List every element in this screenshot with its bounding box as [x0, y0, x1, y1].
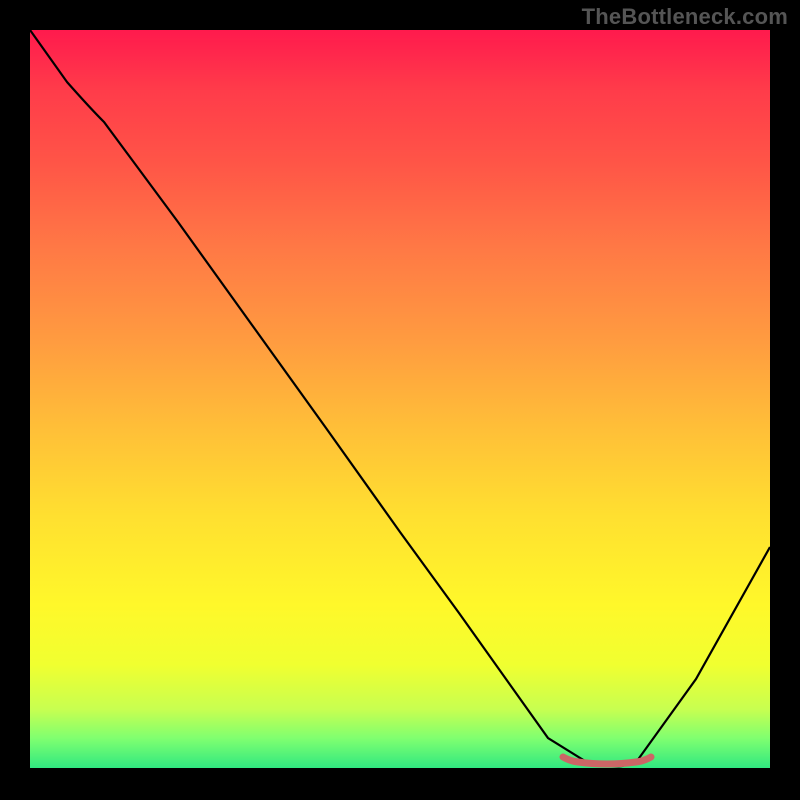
plot-area [30, 30, 770, 768]
watermark-text: TheBottleneck.com [582, 4, 788, 30]
chart-container: TheBottleneck.com [0, 0, 800, 800]
chart-lines [30, 30, 770, 768]
bottleneck-curve-line [30, 30, 770, 766]
